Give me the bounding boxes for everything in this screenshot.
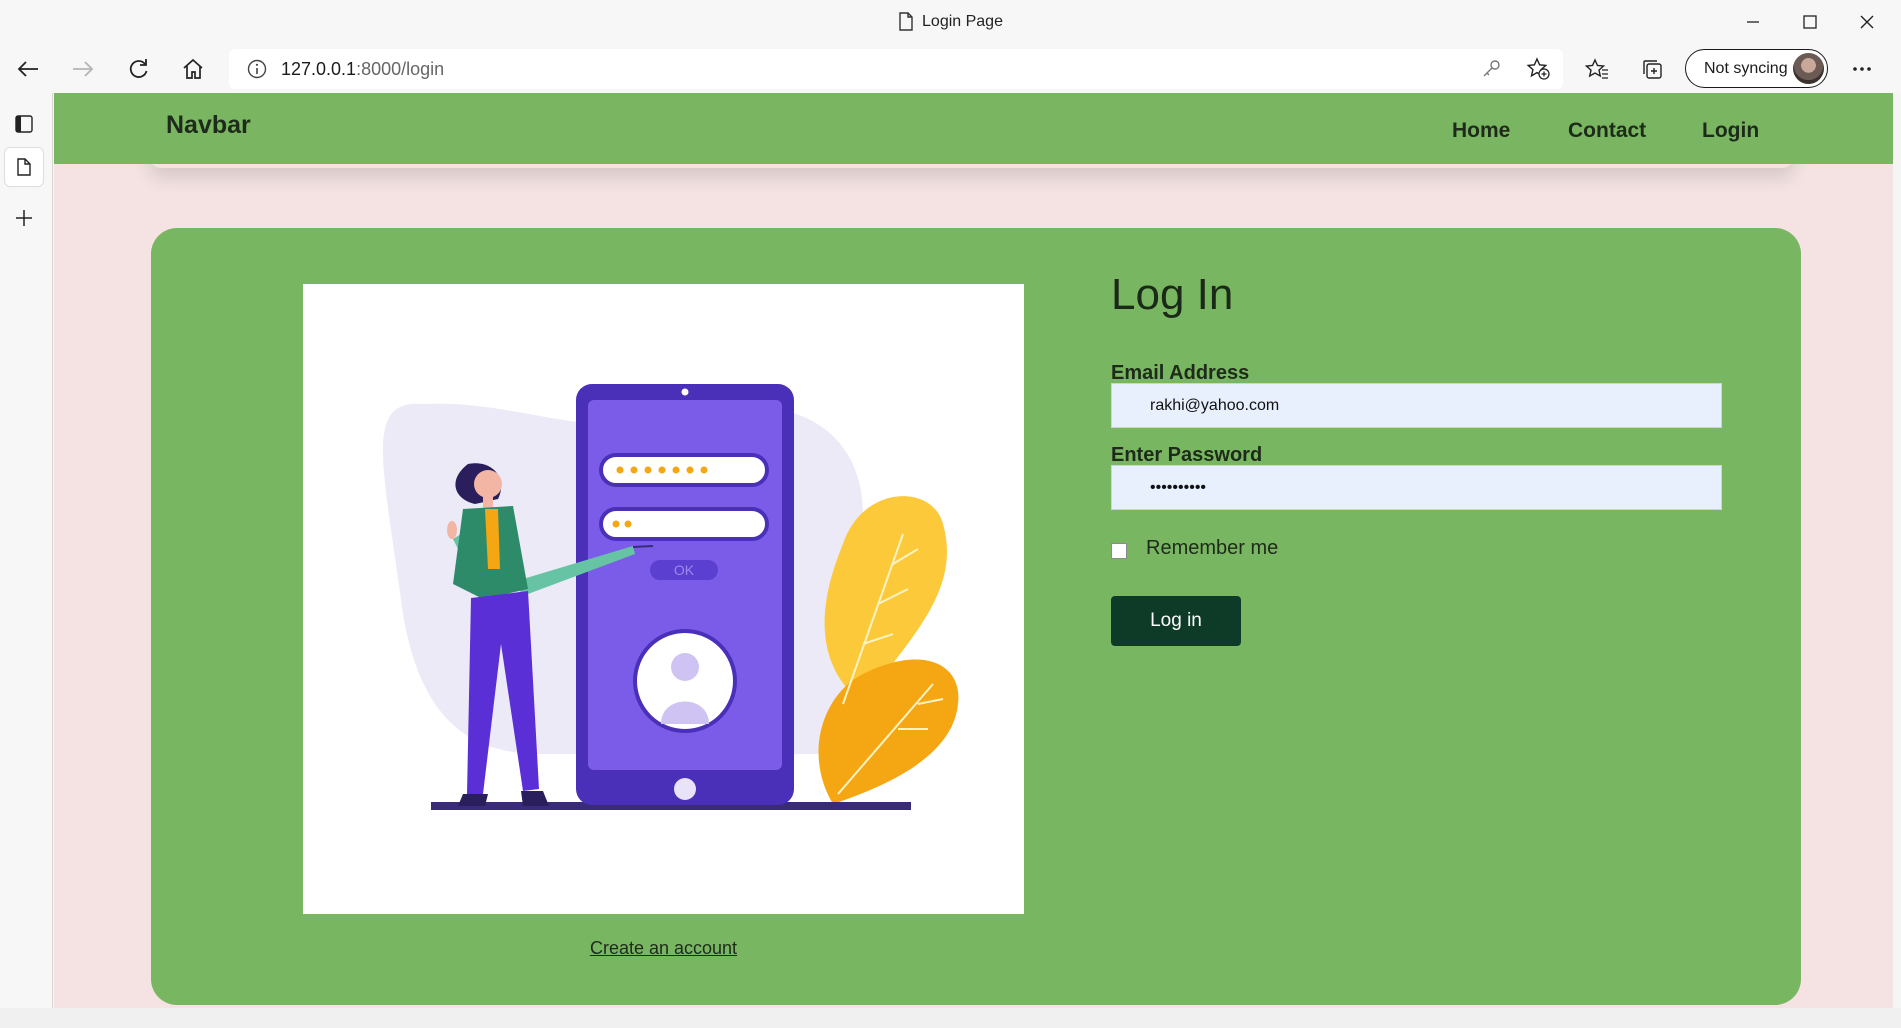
password-field[interactable] [1111, 465, 1722, 510]
login-illustration: OK [303, 284, 1024, 914]
remember-me-label[interactable]: Remember me [1146, 537, 1278, 560]
back-button[interactable] [8, 49, 48, 89]
add-favorite-icon[interactable] [1526, 57, 1550, 81]
nav-link-home[interactable]: Home [1452, 119, 1510, 143]
maximize-button[interactable] [1782, 0, 1838, 43]
maximize-icon [1803, 14, 1817, 29]
refresh-button[interactable] [118, 49, 158, 89]
nav-link-contact[interactable]: Contact [1568, 119, 1646, 143]
password-label: Enter Password [1111, 444, 1263, 466]
url-path: :8000/login [356, 58, 445, 79]
info-icon[interactable] [247, 59, 267, 79]
page-icon [898, 12, 914, 31]
home-button[interactable] [173, 49, 213, 89]
window-bottom-edge [0, 1008, 1901, 1028]
address-bar[interactable]: 127.0.0.1:8000/login [229, 49, 1563, 89]
forward-button[interactable] [63, 49, 103, 89]
tab-actions-button[interactable] [4, 104, 44, 144]
login-button[interactable]: Log in [1111, 596, 1241, 646]
minimize-icon [1746, 15, 1760, 29]
illustration-ok-label: OK [674, 562, 695, 578]
close-icon [1859, 14, 1875, 30]
forward-icon [71, 59, 95, 79]
remember-me-checkbox[interactable] [1111, 543, 1127, 559]
favorites-icon [1585, 58, 1609, 80]
window-title: Login Page [0, 0, 1901, 43]
current-tab-icon [17, 158, 31, 176]
back-icon [16, 59, 40, 79]
login-card: OK Create an account Log In Email Addres… [151, 228, 1801, 1005]
nav-link-login[interactable]: Login [1702, 119, 1759, 143]
home-icon [182, 58, 204, 80]
site-navbar: Navbar Home Contact Login [54, 93, 1893, 164]
current-tab[interactable] [4, 147, 44, 187]
collections-icon [1641, 58, 1663, 80]
tab-actions-icon [15, 115, 33, 133]
web-page: Navbar Home Contact Login OK Create an a… [54, 93, 1893, 1008]
more-icon [1852, 66, 1872, 72]
window-title-text: Login Page [922, 12, 1003, 30]
minimize-button[interactable] [1725, 0, 1781, 43]
profile-label: Not syncing [1704, 59, 1788, 77]
create-account-link[interactable]: Create an account [151, 938, 1176, 959]
email-label: Email Address [1111, 362, 1250, 384]
key-icon[interactable] [1481, 59, 1501, 79]
close-button[interactable] [1839, 0, 1895, 43]
avatar [1793, 53, 1824, 84]
email-field[interactable] [1111, 383, 1722, 428]
url-host: 127.0.0.1 [281, 58, 357, 79]
refresh-icon [127, 58, 149, 80]
navbar-brand[interactable]: Navbar [166, 111, 251, 140]
more-button[interactable] [1842, 49, 1882, 89]
favorites-button[interactable] [1577, 49, 1617, 89]
login-heading: Log In [1111, 270, 1234, 319]
new-tab-button[interactable] [4, 198, 44, 238]
profile-button[interactable]: Not syncing [1685, 49, 1828, 88]
collections-button[interactable] [1632, 49, 1672, 89]
new-tab-icon [14, 208, 34, 228]
